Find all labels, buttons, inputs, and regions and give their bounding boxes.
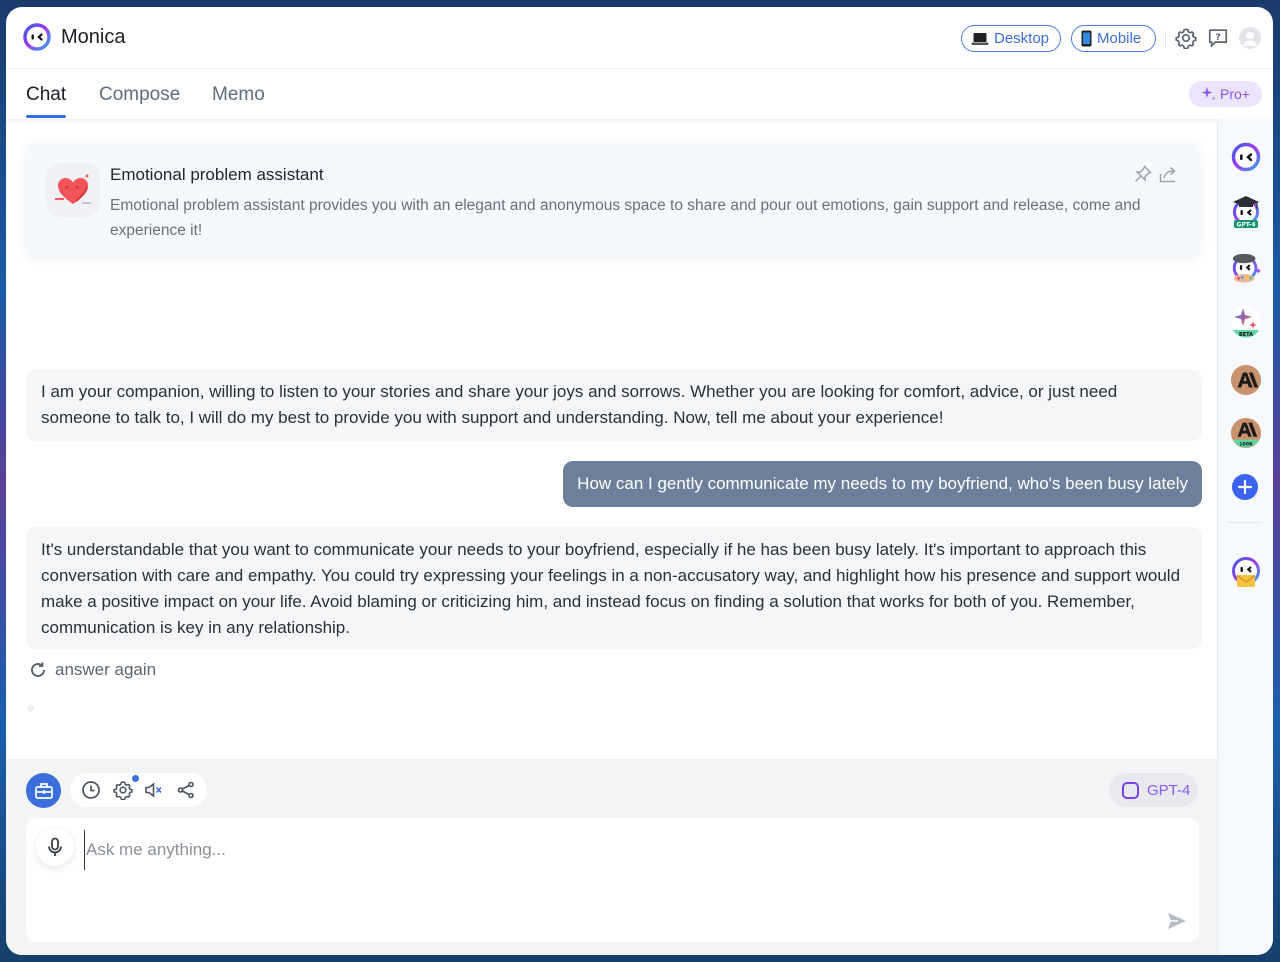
app-window: Monica Desktop Mobile ? Chat Compose Mem… (6, 7, 1273, 955)
beta-badge: BETA (1239, 332, 1253, 338)
help-icon[interactable]: ? (1207, 27, 1229, 49)
gemini-bot-icon[interactable]: BETA (1230, 305, 1262, 341)
sparkle-icon (1201, 87, 1217, 101)
refresh-icon (31, 662, 45, 677)
assistant-avatar (46, 163, 100, 217)
desktop-label: Desktop (994, 30, 1050, 47)
answer-again-button[interactable]: answer again (29, 660, 156, 680)
laptop-icon (971, 32, 989, 45)
sidebar-divider (1228, 522, 1262, 523)
history-icon[interactable] (81, 780, 101, 800)
svg-text:?: ? (1215, 32, 1220, 43)
assistant-description: Emotional problem assistant provides you… (110, 197, 1141, 239)
gpt4-badge: GPT-4 (1236, 222, 1255, 229)
monica-bot-icon[interactable] (1230, 141, 1262, 173)
claude-bot-icon[interactable] (1230, 363, 1262, 397)
assistant-message: I am your companion, willing to listen t… (26, 369, 1202, 441)
answer-again-label: answer again (55, 660, 157, 679)
gear-icon[interactable] (1175, 27, 1197, 49)
bot-sidebar: GPT-4 BETA 100K (1217, 119, 1273, 955)
send-icon[interactable] (1166, 910, 1188, 932)
toolbox-button[interactable] (26, 773, 61, 808)
notification-dot (132, 775, 139, 782)
chat-area: Emotional problem assistant Emotional pr… (6, 119, 1217, 955)
tab-bar: Chat Compose Memo (6, 70, 1216, 118)
user-message: How can I gently communicate my needs to… (563, 461, 1202, 507)
avatar-icon (1243, 31, 1257, 46)
assistant-message: It's understandable that you want to com… (26, 527, 1202, 649)
chat-input[interactable] (84, 830, 1154, 870)
gpt4-bot-icon[interactable]: GPT-4 (1230, 193, 1262, 229)
share-icon[interactable] (1159, 165, 1177, 183)
header-divider (1165, 31, 1166, 47)
monica-logo-icon (23, 23, 51, 51)
input-container (26, 818, 1199, 942)
assistant-title: Emotional problem assistant (110, 165, 324, 184)
toolbox-icon (34, 782, 53, 799)
settings-icon[interactable] (113, 780, 133, 800)
mute-icon[interactable] (144, 780, 164, 800)
claude-100k-bot-icon[interactable]: 100K (1230, 416, 1262, 450)
composer: GPT-4 (6, 759, 1217, 955)
desktop-button[interactable]: Desktop (961, 25, 1061, 52)
app-title: Monica (61, 26, 126, 48)
phone-icon (1081, 30, 1092, 47)
mobile-button[interactable]: Mobile (1071, 25, 1156, 52)
assistant-intro-card: Emotional problem assistant Emotional pr… (26, 143, 1200, 255)
pro-plus-label: Pro+ (1220, 86, 1250, 102)
tab-chat[interactable]: Chat (26, 84, 67, 118)
user-avatar[interactable] (1239, 27, 1261, 49)
share-icon[interactable] (176, 780, 196, 800)
pin-icon[interactable] (1134, 165, 1152, 183)
tab-memo[interactable]: Memo (212, 84, 265, 106)
tab-compose[interactable]: Compose (99, 84, 180, 106)
painter-bot-icon[interactable] (1230, 250, 1262, 286)
chat-tools (70, 773, 207, 807)
heart-icon (55, 174, 91, 204)
pro-plus-button[interactable]: Pro+ (1189, 81, 1262, 107)
mobile-label: Mobile (1097, 30, 1142, 47)
model-label: GPT-4 (1147, 781, 1191, 799)
100k-badge: 100K (1239, 442, 1253, 448)
model-icon (1122, 781, 1139, 799)
microphone-icon (48, 837, 62, 856)
mail-bot-icon[interactable] (1230, 556, 1262, 590)
voice-input-button[interactable] (36, 828, 74, 866)
add-bot-icon[interactable] (1232, 474, 1258, 500)
header: Monica Desktop Mobile ? (6, 7, 1273, 69)
loading-indicator (27, 705, 34, 712)
model-selector[interactable]: GPT-4 (1109, 773, 1198, 807)
